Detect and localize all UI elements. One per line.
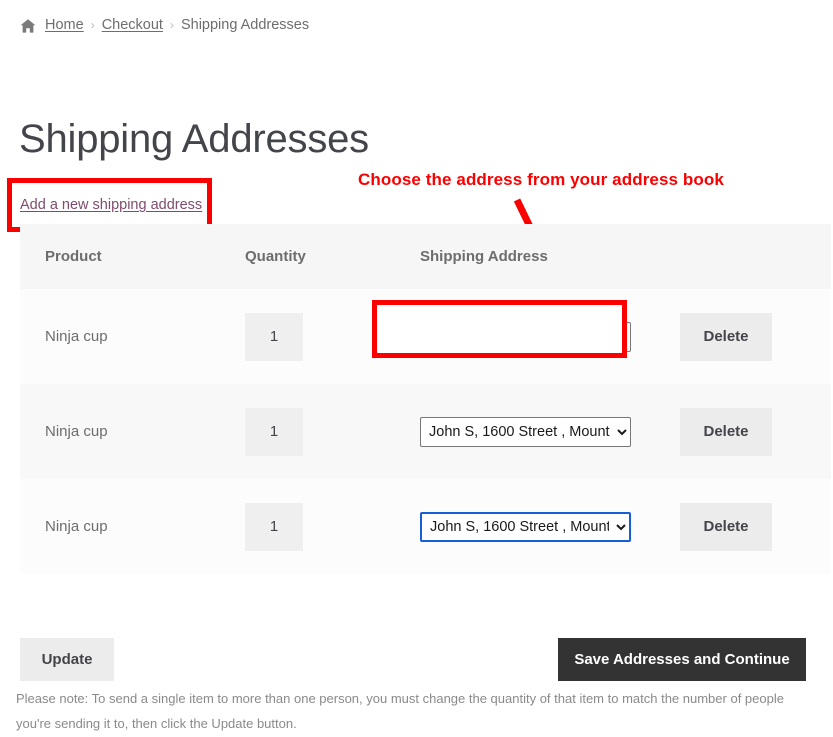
table-row: Ninja cup John S, 1600 Street , Mounta D…	[20, 289, 831, 384]
shipping-address-select-row-2[interactable]: John S, 1600 Street , Mounta	[420, 417, 631, 447]
cell-product-name: Ninja cup	[20, 384, 245, 479]
table-header-row: Product Quantity Shipping Address	[20, 224, 831, 289]
shipping-addresses-table: Product Quantity Shipping Address Ninja …	[20, 224, 831, 574]
table-row: Ninja cup John S, 1600 Street , Mounta D…	[20, 479, 831, 574]
column-header-quantity: Quantity	[245, 224, 420, 289]
shipping-address-select-row-3[interactable]: John S, 1600 Street , Mounta	[420, 512, 631, 542]
breadcrumb-item-checkout[interactable]: Checkout	[102, 17, 163, 33]
delete-button-row-2[interactable]: Delete	[680, 408, 772, 456]
shipping-address-select-row-1[interactable]: John S, 1600 Street , Mounta	[420, 322, 631, 352]
footer-note: Please note: To send a single item to mo…	[16, 686, 816, 737]
table-header: Product Quantity Shipping Address	[20, 224, 831, 289]
quantity-input-row-1[interactable]	[245, 313, 303, 361]
add-new-shipping-address-link[interactable]: Add a new shipping address	[20, 197, 202, 213]
quantity-input-row-2[interactable]	[245, 408, 303, 456]
delete-button-row-3[interactable]: Delete	[680, 503, 772, 551]
cell-shipping-address: John S, 1600 Street , Mounta	[420, 479, 680, 574]
cell-actions: Delete	[680, 384, 831, 479]
breadcrumb-item-home[interactable]: Home	[45, 17, 84, 33]
delete-button-row-1[interactable]: Delete	[680, 313, 772, 361]
table-body: Ninja cup John S, 1600 Street , Mounta D…	[20, 289, 831, 574]
breadcrumb: Home › Checkout › Shipping Addresses	[20, 17, 309, 33]
breadcrumb-item-current: Shipping Addresses	[181, 17, 309, 33]
cell-product-name: Ninja cup	[20, 479, 245, 574]
column-header-product: Product	[20, 224, 245, 289]
cell-actions: Delete	[680, 479, 831, 574]
breadcrumb-separator-2: ›	[170, 18, 174, 32]
save-addresses-and-continue-button[interactable]: Save Addresses and Continue	[558, 638, 806, 681]
cell-actions: Delete	[680, 289, 831, 384]
cell-quantity	[245, 289, 420, 384]
home-icon[interactable]	[20, 18, 36, 34]
add-address-container: Add a new shipping address	[20, 196, 202, 214]
table-row: Ninja cup John S, 1600 Street , Mounta D…	[20, 384, 831, 479]
cell-product-name: Ninja cup	[20, 289, 245, 384]
quantity-input-row-3[interactable]	[245, 503, 303, 551]
cell-shipping-address: John S, 1600 Street , Mounta	[420, 384, 680, 479]
column-header-actions	[680, 224, 831, 289]
breadcrumb-separator-1: ›	[91, 18, 95, 32]
page-title: Shipping Addresses	[19, 116, 369, 162]
update-button[interactable]: Update	[20, 638, 114, 681]
cell-quantity	[245, 384, 420, 479]
cell-shipping-address: John S, 1600 Street , Mounta	[420, 289, 680, 384]
cell-quantity	[245, 479, 420, 574]
column-header-shipping-address: Shipping Address	[420, 224, 680, 289]
annotation-callout-text: Choose the address from your address boo…	[358, 170, 724, 190]
